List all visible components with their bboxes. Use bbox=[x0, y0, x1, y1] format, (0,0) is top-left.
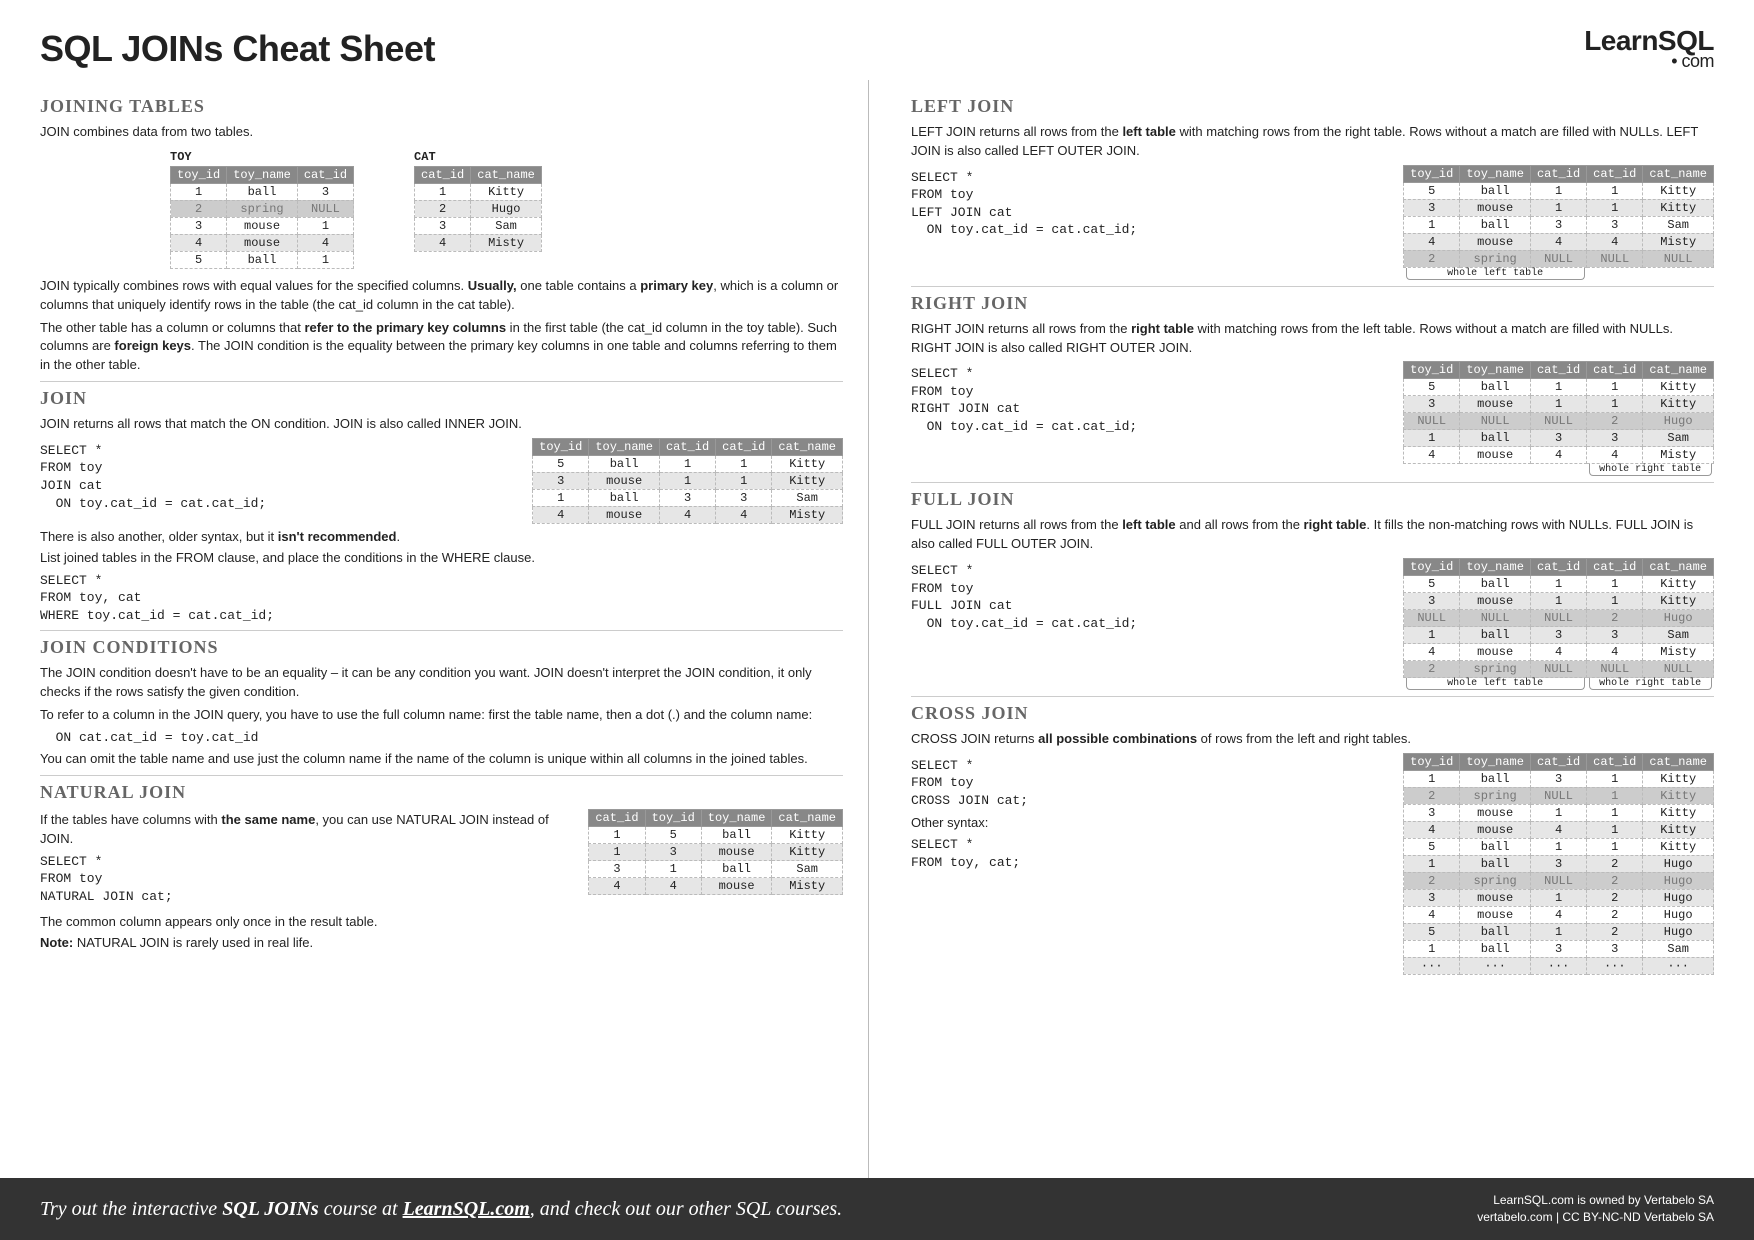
inner-join-result: toy_idtoy_namecat_idcat_idcat_name5ball1… bbox=[532, 438, 843, 524]
page-footer: Try out the interactive SQL JOINs course… bbox=[0, 1178, 1754, 1240]
text: Other syntax: bbox=[911, 814, 1383, 833]
code-natural-join: SELECT * FROM toy NATURAL JOIN cat; bbox=[40, 853, 568, 906]
text: JOIN typically combines rows with equal … bbox=[40, 277, 843, 315]
footer-credits: LearnSQL.com is owned by Vertabelo SA ve… bbox=[1477, 1192, 1714, 1226]
left-column: JOINING TABLES JOIN combines data from t… bbox=[40, 80, 869, 1178]
logo-main: LearnSQL bbox=[1584, 28, 1714, 53]
natural-join-result: cat_idtoy_idtoy_namecat_name15ballKitty1… bbox=[588, 809, 843, 895]
code-left-join: SELECT * FROM toy LEFT JOIN cat ON toy.c… bbox=[911, 169, 1383, 239]
text: The common column appears only once in t… bbox=[40, 913, 843, 932]
code-inner-join: SELECT * FROM toy JOIN cat ON toy.cat_id… bbox=[40, 442, 512, 512]
code-full-join: SELECT * FROM toy FULL JOIN cat ON toy.c… bbox=[911, 562, 1383, 632]
text: JOIN returns all rows that match the ON … bbox=[40, 415, 843, 434]
right-join-result: toy_idtoy_namecat_idcat_idcat_name5ball1… bbox=[1403, 361, 1714, 476]
page-header: SQL JOINs Cheat Sheet LearnSQL • com bbox=[40, 28, 1714, 70]
text: FULL JOIN returns all rows from the left… bbox=[911, 516, 1714, 554]
heading-join: JOIN bbox=[40, 381, 843, 409]
code-on-condition: ON cat.cat_id = toy.cat_id bbox=[40, 729, 843, 747]
heading-natural-join: NATURAL JOIN bbox=[40, 775, 843, 803]
full-join-result: toy_idtoy_namecat_idcat_idcat_name5ball1… bbox=[1403, 558, 1714, 690]
heading-joining-tables: JOINING TABLES bbox=[40, 96, 843, 117]
code-cross-join-alt: SELECT * FROM toy, cat; bbox=[911, 836, 1383, 871]
text: To refer to a column in the JOIN query, … bbox=[40, 706, 843, 725]
text: CROSS JOIN returns all possible combinat… bbox=[911, 730, 1714, 749]
text: The other table has a column or columns … bbox=[40, 319, 843, 376]
cross-join-result: toy_idtoy_namecat_idcat_idcat_name1ball3… bbox=[1403, 753, 1714, 975]
text: RIGHT JOIN returns all rows from the rig… bbox=[911, 320, 1714, 358]
page-title: SQL JOINs Cheat Sheet bbox=[40, 28, 435, 70]
text: JOIN combines data from two tables. bbox=[40, 123, 843, 142]
text: The JOIN condition doesn't have to be an… bbox=[40, 664, 843, 702]
text: List joined tables in the FROM clause, a… bbox=[40, 549, 843, 568]
toy-table: toy_idtoy_namecat_id1ball32springNULL3mo… bbox=[170, 166, 354, 269]
heading-join-conditions: JOIN CONDITIONS bbox=[40, 630, 843, 658]
code-right-join: SELECT * FROM toy RIGHT JOIN cat ON toy.… bbox=[911, 365, 1383, 435]
left-join-result: toy_idtoy_namecat_idcat_idcat_name5ball1… bbox=[1403, 165, 1714, 280]
heading-right-join: RIGHT JOIN bbox=[911, 286, 1714, 314]
text: LEFT JOIN returns all rows from the left… bbox=[911, 123, 1714, 161]
code-old-syntax: SELECT * FROM toy, cat WHERE toy.cat_id … bbox=[40, 572, 843, 625]
cat-table: cat_idcat_name1Kitty2Hugo3Sam4Misty bbox=[414, 166, 542, 252]
heading-cross-join: CROSS JOIN bbox=[911, 696, 1714, 724]
right-column: LEFT JOIN LEFT JOIN returns all rows fro… bbox=[899, 80, 1714, 1178]
brand-logo: LearnSQL • com bbox=[1584, 28, 1714, 69]
heading-full-join: FULL JOIN bbox=[911, 482, 1714, 510]
code-cross-join: SELECT * FROM toy CROSS JOIN cat; bbox=[911, 757, 1383, 810]
heading-left-join: LEFT JOIN bbox=[911, 96, 1714, 117]
text: If the tables have columns with the same… bbox=[40, 811, 568, 849]
cat-label: CAT bbox=[414, 150, 542, 164]
text: You can omit the table name and use just… bbox=[40, 750, 843, 769]
footer-cta: Try out the interactive SQL JOINs course… bbox=[40, 1198, 842, 1221]
text: There is also another, older syntax, but… bbox=[40, 528, 843, 547]
text: Note: NATURAL JOIN is rarely used in rea… bbox=[40, 934, 843, 953]
cat-table-wrap: CAT cat_idcat_name1Kitty2Hugo3Sam4Misty bbox=[414, 150, 542, 269]
toy-table-wrap: TOY toy_idtoy_namecat_id1ball32springNUL… bbox=[170, 150, 354, 269]
toy-label: TOY bbox=[170, 150, 354, 164]
